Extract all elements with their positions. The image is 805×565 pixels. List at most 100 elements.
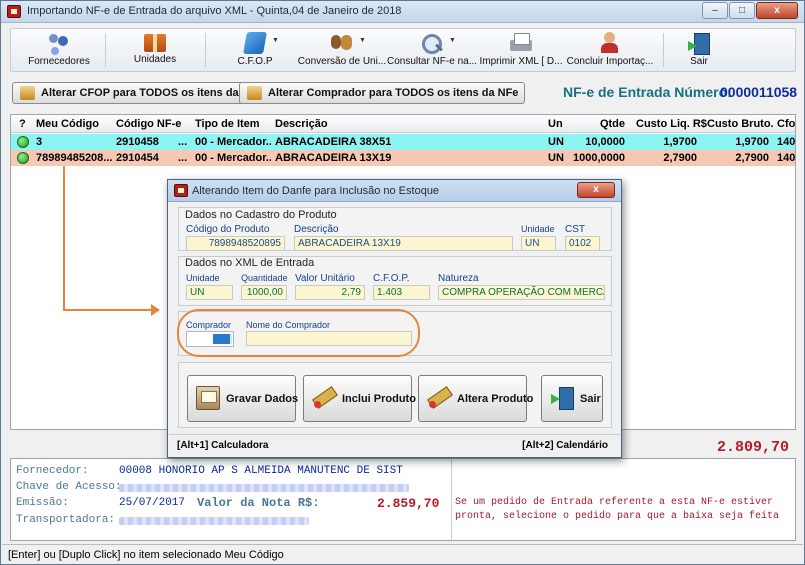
box-icon bbox=[144, 34, 166, 52]
column-header[interactable]: Cfo bbox=[777, 118, 795, 130]
xml-unidade-field[interactable]: UN bbox=[186, 285, 233, 300]
toolbar-unidades-label: Unidades bbox=[133, 54, 177, 65]
annotation-highlight-oval bbox=[177, 309, 420, 357]
cell-custo-liq: 1,9700 bbox=[663, 136, 697, 148]
nfe-info-panel: Fornecedor: 00008 HONORIO AP S ALMEIDA M… bbox=[10, 458, 796, 542]
cell-codigo-nfe: 2910454 bbox=[116, 152, 159, 164]
save-icon bbox=[196, 386, 220, 410]
cell-meu-codigo: 78989485208... bbox=[36, 152, 112, 164]
dialog-title: Alterando Item do Danfe para Inclusão no… bbox=[192, 185, 440, 197]
toolbar-consultar-label: Consultar NF-e na... bbox=[387, 56, 478, 67]
inclui-produto-button[interactable]: Inclui Produto bbox=[303, 375, 416, 422]
annotation-arrow-line bbox=[63, 309, 153, 311]
quantidade-field[interactable]: 1000,00 bbox=[241, 285, 287, 300]
alter-buyer-all-label: Alterar Comprador para TODOS os itens da… bbox=[268, 87, 519, 99]
cst-field[interactable]: 0102 bbox=[565, 236, 600, 251]
alter-buyer-all-button[interactable]: Alterar Comprador para TODOS os itens da… bbox=[239, 82, 526, 104]
altera-produto-label: Altera Produto bbox=[457, 393, 534, 405]
grid-header: ? Meu Código Código NF-e Tipo de Item De… bbox=[11, 115, 795, 133]
fornecedor-value: 00008 HONORIO AP S ALMEIDA MANUTENC DE S… bbox=[119, 465, 403, 477]
toolbar-conversao-label: Conversão de Uni... bbox=[297, 56, 387, 67]
maximize-button[interactable]: □ bbox=[729, 2, 755, 19]
cell-tipo: 00 - Mercador... bbox=[195, 152, 271, 164]
toolbar: Fornecedores Unidades ▼ C.F.O.P ▼ Conver… bbox=[10, 28, 796, 72]
natureza-field[interactable]: COMPRA OPERAÇÃO COM MERCAD bbox=[438, 285, 605, 300]
descricao-field[interactable]: ABRACADEIRA 13X19 bbox=[294, 236, 513, 251]
alter-cfop-all-button[interactable]: Alterar CFOP para TODOS os itens da NFe bbox=[12, 82, 270, 104]
toolbar-imprimir-button[interactable]: Imprimir XML [ D... bbox=[477, 30, 565, 70]
annotation-arrow-line bbox=[63, 166, 65, 310]
toolbar-consultar-button[interactable]: ▼ Consultar NF-e na... bbox=[387, 30, 477, 70]
xml-heading: Dados no XML de Entrada bbox=[185, 257, 315, 269]
altera-produto-button[interactable]: Altera Produto bbox=[418, 375, 533, 422]
cfop-label: C.F.O.P. bbox=[373, 273, 410, 284]
table-row[interactable]: 78989485208... 2910454 ... 00 - Mercador… bbox=[11, 150, 795, 166]
nfe-number-label: NF-e de Entrada Número: bbox=[563, 84, 732, 100]
toolbar-fornecedores-button[interactable]: Fornecedores bbox=[23, 30, 95, 70]
cst-label: CST bbox=[565, 224, 585, 235]
column-header[interactable]: Meu Código bbox=[36, 118, 99, 130]
status-green-icon bbox=[17, 136, 29, 148]
column-header[interactable]: Qtde bbox=[561, 118, 625, 130]
title-bar: Importando NF-e de Entrada do arquivo XM… bbox=[1, 1, 804, 23]
nfe-number-value: 0000011058 bbox=[720, 84, 798, 100]
window-title: Importando NF-e de Entrada do arquivo XM… bbox=[27, 5, 402, 17]
toolbar-sair-label: Sair bbox=[690, 56, 708, 67]
dialog-sair-button[interactable]: Sair bbox=[541, 375, 603, 422]
calculadora-shortcut: [Alt+1] Calculadora bbox=[177, 440, 269, 451]
dialog-sair-label: Sair bbox=[580, 393, 601, 405]
search-icon bbox=[420, 32, 444, 54]
exit-icon bbox=[687, 32, 711, 55]
column-header[interactable]: Tipo de Item bbox=[195, 118, 260, 130]
natureza-label: Natureza bbox=[438, 273, 479, 284]
pencil-icon bbox=[312, 386, 336, 410]
book-icon bbox=[243, 32, 267, 54]
chave-label: Chave de Acesso: bbox=[16, 481, 122, 493]
column-header[interactable]: Descrição bbox=[275, 118, 328, 130]
toolbar-unidades-button[interactable]: Unidades bbox=[123, 30, 187, 70]
column-header[interactable]: Código NF-e bbox=[116, 118, 181, 130]
gravar-dados-label: Gravar Dados bbox=[226, 393, 299, 405]
table-row[interactable]: 3 2910458 ... 00 - Mercador... ABRACADEI… bbox=[11, 134, 796, 150]
grid-total: 2.809,70 bbox=[717, 439, 790, 456]
valor-unitario-field[interactable]: 2,79 bbox=[295, 285, 365, 300]
cell-custo-liq: 2,7900 bbox=[663, 152, 697, 164]
cell-custo-bruto: 2,7900 bbox=[735, 152, 769, 164]
pedido-hint-line1: Se um pedido de Entrada referente a esta… bbox=[455, 497, 774, 508]
codigo-produto-field[interactable]: 7898948520895 bbox=[186, 236, 285, 251]
exit-icon bbox=[550, 386, 574, 410]
chevron-down-icon[interactable]: ▼ bbox=[449, 37, 456, 44]
toolbar-conversao-button[interactable]: ▼ Conversão de Uni... bbox=[297, 30, 387, 70]
fornecedor-label: Fornecedor: bbox=[16, 465, 89, 477]
redacted-chave bbox=[119, 484, 409, 492]
toolbar-concluir-button[interactable]: Concluir Importaç... bbox=[564, 30, 656, 70]
toolbar-imprimir-label: Imprimir XML [ D... bbox=[479, 56, 563, 67]
column-header[interactable]: ? bbox=[19, 118, 26, 130]
valor-nota-label: Valor da Nota R$: bbox=[197, 496, 320, 510]
dialog-close-button[interactable]: x bbox=[577, 182, 615, 198]
xml-unidade-label: Unidade bbox=[186, 273, 220, 283]
close-button[interactable]: x bbox=[756, 2, 798, 19]
app-logo-icon bbox=[174, 184, 188, 197]
cell-cfo: 140 bbox=[777, 136, 796, 148]
valor-nota-value: 2.859,70 bbox=[377, 496, 440, 511]
column-header[interactable]: Custo Bruto... bbox=[707, 118, 773, 130]
cell-qtde: 10,0000 bbox=[585, 136, 625, 148]
gravar-dados-button[interactable]: Gravar Dados bbox=[187, 375, 299, 422]
emissao-label: Emissão: bbox=[16, 497, 69, 509]
chevron-down-icon[interactable]: ▼ bbox=[272, 37, 279, 44]
person-icon bbox=[598, 32, 622, 54]
cell-more: ... bbox=[178, 152, 188, 164]
cell-descricao: ABRACADEIRA 13X19 bbox=[275, 152, 392, 164]
toolbar-sair-button[interactable]: Sair bbox=[681, 30, 717, 70]
unidade-field[interactable]: UN bbox=[521, 236, 556, 251]
column-header[interactable]: Custo Liq. R$ bbox=[636, 118, 707, 130]
toolbar-cfop-button[interactable]: ▼ C.F.O.P bbox=[226, 30, 284, 70]
cadastro-heading: Dados no Cadastro do Produto bbox=[185, 209, 337, 221]
cfop-field[interactable]: 1.403 bbox=[373, 285, 430, 300]
edit-item-dialog: Alterando Item do Danfe para Inclusão no… bbox=[167, 179, 622, 458]
emissao-value: 25/07/2017 bbox=[119, 497, 186, 509]
minimize-button[interactable]: – bbox=[702, 2, 728, 19]
quantidade-label: Quantidade bbox=[241, 273, 288, 283]
chevron-down-icon[interactable]: ▼ bbox=[359, 37, 366, 44]
